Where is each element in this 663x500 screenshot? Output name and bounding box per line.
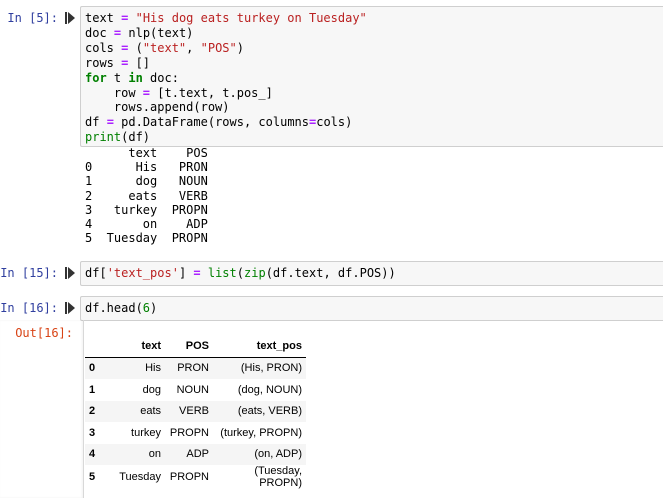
run-cell-icon[interactable] (65, 267, 75, 279)
table-cell: ADP (186, 448, 209, 461)
code-line: rows = [] (85, 56, 663, 71)
table-row: 0 His PRON (His, PRON) (85, 357, 306, 379)
table-row: 2 eats VERB (eats, VERB) (85, 400, 306, 422)
row-index: 0 (89, 362, 96, 375)
code-line: for t in doc: (85, 71, 663, 86)
code-line: rows.append(row) (85, 100, 663, 115)
stdout-output: text POS 0 His PRON 1 dog NOUN 2 eats VERB 3… (85, 146, 208, 245)
code-line: cols = ("text", "POS") (85, 41, 663, 56)
column-header (85, 335, 107, 358)
column-header: text (107, 335, 165, 358)
code-text: text = "His dog eats turkey on Tuesday" (85, 11, 367, 25)
run-cell-icon[interactable] (65, 12, 75, 24)
code-cell-input[interactable]: df.head(6) (80, 296, 663, 321)
code-line: df['text_pos'] = list(zip(df.text, df.PO… (85, 266, 663, 281)
table-cell: (eats, VERB) (237, 405, 302, 418)
table-cell: PROPN (169, 471, 209, 483)
run-cell-icon[interactable] (65, 302, 75, 314)
row-index: 4 (89, 448, 96, 461)
code-text: df.head(6) (85, 301, 158, 315)
column-header: text_pos (213, 335, 306, 358)
stdout-line: text POS (85, 146, 208, 160)
table-row: 3 turkey PROPN (turkey, PROPN) (85, 422, 306, 444)
code-line: text = "His dog eats turkey on Tuesday" (85, 11, 663, 26)
code-line: df.head(6) (85, 301, 663, 316)
code-line: doc = nlp(text) (85, 26, 663, 41)
table-cell: Tuesday (119, 471, 161, 483)
table-row: 5 Tuesday PROPN (Tuesday, PROPN) (85, 465, 306, 489)
table-cell: VERB (179, 405, 209, 418)
table-row: 1 dog NOUN (dog, NOUN) (85, 379, 306, 401)
table-cell: (dog, NOUN) (237, 383, 302, 396)
stdout-line: 5 Tuesday PROPN (85, 231, 208, 246)
table-cell: (Tuesday, PROPN) (254, 465, 302, 489)
code-line: df = pd.DataFrame(rows, columns=cols) (85, 115, 663, 130)
table-cell: His (145, 362, 161, 375)
input-prompt: In [16]: (0, 301, 58, 315)
table-cell: NOUN (176, 383, 209, 396)
code-text: df['text_pos'] = list(zip(df.text, df.PO… (85, 266, 396, 280)
column-header: POS (165, 335, 213, 358)
code-cell-input[interactable]: text = "His dog eats turkey on Tuesday" … (80, 6, 663, 147)
table-header-row: text POS text_pos (85, 335, 306, 358)
table-cell: dog (142, 383, 161, 396)
input-prompt: In [15]: (0, 266, 58, 280)
code-text: rows = [] (85, 55, 151, 70)
code-cell-input[interactable]: df['text_pos'] = list(zip(df.text, df.PO… (80, 261, 663, 286)
dataframe-table: text POS text_pos 0 His PRON (His, PRON)… (85, 335, 306, 489)
code-text: print(df) (85, 130, 151, 145)
table-cell: turkey (131, 426, 161, 439)
stdout-line: 1 dog NOUN (85, 174, 208, 189)
table-cell: (His, PRON) (240, 362, 302, 375)
table-cell: (turkey, PROPN) (220, 426, 302, 439)
code-line: print(df) (85, 130, 663, 145)
table-cell: on (148, 448, 161, 461)
code-text: doc = nlp(text) (85, 25, 194, 40)
code-text: cols = ("text", "POS") (85, 40, 244, 55)
table-cell: eats (140, 405, 161, 418)
code-text: for t in doc: (85, 70, 179, 85)
output-area-scroll-border[interactable] (0, 320, 84, 498)
stdout-line: 3 turkey PROPN (85, 202, 208, 217)
table-row: 4 on ADP (on, ADP) (85, 443, 306, 465)
row-index: 3 (89, 426, 96, 439)
code-text: rows.append(row) (85, 100, 230, 115)
code-line: row = [t.text, t.pos_] (85, 86, 663, 101)
table-cell: PRON (177, 362, 209, 375)
output-prompt: Out[16]: (15, 326, 73, 340)
code-text: df = pd.DataFrame(rows, columns=cols) (85, 115, 353, 130)
row-index: 2 (89, 405, 96, 418)
code-text: row = [t.text, t.pos_] (85, 85, 273, 100)
stdout-line: 0 His PRON (85, 160, 208, 175)
stdout-line: 4 on ADP (85, 217, 208, 232)
input-prompt: In [5]: (7, 11, 58, 25)
table-cell: PROPN (169, 426, 209, 439)
table-cell: (on, ADP) (254, 448, 302, 461)
row-index: 5 (89, 471, 96, 483)
stdout-line: 2 eats VERB (85, 188, 208, 203)
row-index: 1 (89, 383, 96, 396)
